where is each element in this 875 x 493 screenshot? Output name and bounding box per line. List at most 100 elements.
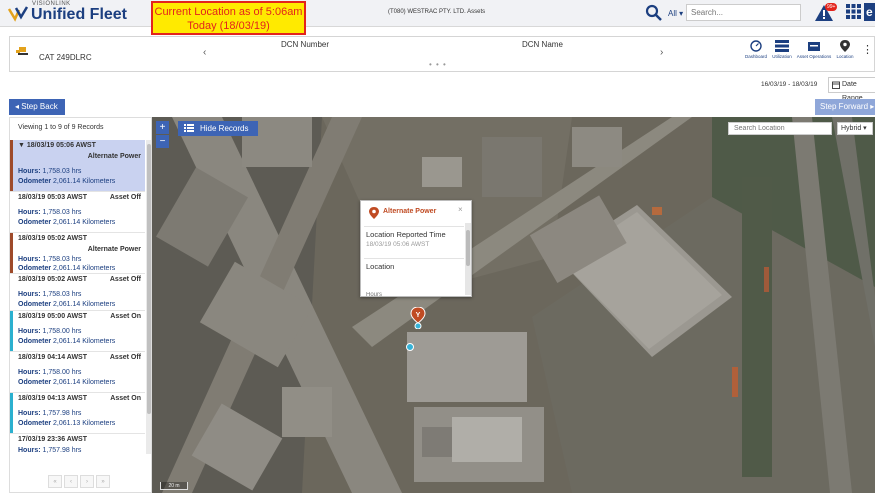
record-odometer: Odometer 2,061.14 Kilometers <box>18 379 115 386</box>
hours-label: Hours: <box>18 410 41 417</box>
popup-divider <box>364 226 464 227</box>
carousel-dots[interactable]: • • • <box>429 60 447 69</box>
map-type-select[interactable]: Hybrid ▾ <box>837 122 873 135</box>
search-icon[interactable] <box>645 4 663 22</box>
record-stripe <box>10 311 13 351</box>
odometer-label: Odometer <box>18 178 52 185</box>
step-forward-button[interactable]: Step Forward ▸ <box>815 99 875 115</box>
record-item[interactable]: ▼ 18/03/19 05:06 AWST Alternate Power Ho… <box>10 140 145 192</box>
step-back-label: Step Back <box>21 102 58 111</box>
hours-value: 1,758.03 hrs <box>42 291 82 298</box>
record-time: 18/03/19 05:02 AWST <box>18 276 88 283</box>
hours-label: Hours: <box>18 168 41 175</box>
search-input[interactable] <box>686 4 801 21</box>
record-stripe <box>10 393 13 433</box>
hours-label: Hours: <box>18 328 41 335</box>
records-panel: Viewing 1 to 9 of 9 Records ▼ 18/03/19 0… <box>9 117 152 493</box>
hours-label: Hours: <box>18 209 41 216</box>
record-item[interactable]: 18/03/19 05:00 AWST Asset On Hours: 1,75… <box>10 311 145 352</box>
hours-value: 1,758.00 hrs <box>42 328 82 335</box>
visionlink-logo-icon <box>7 6 29 22</box>
date-range-text: 16/03/19 - 18/03/19 <box>761 81 818 88</box>
close-icon[interactable]: × <box>458 205 463 214</box>
record-event: Asset On <box>110 395 141 402</box>
prev-page-button[interactable]: ‹ <box>64 475 78 488</box>
record-hours: Hours: 1,758.03 hrs <box>18 256 81 263</box>
map-type-value: Hybrid <box>841 125 862 132</box>
asset-operations-icon <box>808 42 820 51</box>
utilization-icon <box>775 40 789 52</box>
list-icon <box>184 124 194 132</box>
hours-value: 1,758.03 hrs <box>42 209 82 216</box>
record-item[interactable]: 18/03/19 05:02 AWST Alternate Power Hour… <box>10 233 145 274</box>
records-count: Viewing 1 to 9 of 9 Records <box>18 124 104 131</box>
search-location-input[interactable] <box>728 122 832 135</box>
profile-icon[interactable]: e <box>864 3 875 21</box>
step-forward-label: Step Forward <box>820 102 869 111</box>
step-back-button[interactable]: ◂ Step Back <box>9 99 65 115</box>
record-stripe <box>10 233 13 273</box>
top-bar: VISIONLINK Unified Fleet (T080) WESTRAC … <box>0 0 875 27</box>
dashboard-icon <box>750 40 762 52</box>
record-time: ▼ 18/03/19 05:06 AWST <box>18 142 96 149</box>
zoom-in-button[interactable]: + <box>156 121 169 134</box>
popup-scrollbar-thumb[interactable] <box>466 230 470 266</box>
record-hours: Hours: 1,758.03 hrs <box>18 209 81 216</box>
nav-utilization[interactable]: Utilization <box>764 40 800 59</box>
record-hours: Hours: 1,758.03 hrs <box>18 168 81 175</box>
odometer-label: Odometer <box>18 301 52 308</box>
record-event: Asset Off <box>109 194 141 201</box>
record-odometer: Odometer 2,061.14 Kilometers <box>18 265 115 272</box>
next-page-button[interactable]: › <box>80 475 94 488</box>
hours-label: Hours: <box>18 369 41 376</box>
pagination: « ‹ › » <box>48 475 128 490</box>
record-item[interactable]: 18/03/19 04:13 AWST Asset On Hours: 1,75… <box>10 393 145 434</box>
account-name[interactable]: (T080) WESTRAC PTY. LTD. Assets <box>388 9 485 15</box>
search-scope-select[interactable]: All ▾ <box>668 9 683 18</box>
hours-label: Hours: <box>18 447 41 454</box>
record-hours: Hours: 1,758.00 hrs <box>18 369 81 376</box>
annotation-banner: Current Location as of 5:06am Today (18/… <box>151 1 306 35</box>
chevron-right-icon[interactable]: › <box>660 47 663 58</box>
nav-location[interactable]: Location <box>827 40 863 59</box>
odometer-value: 2,061.14 Kilometers <box>53 219 116 226</box>
hours-value: 1,758.03 hrs <box>42 168 82 175</box>
map-view[interactable] <box>152 117 875 493</box>
odometer-value: 2,061.14 Kilometers <box>53 265 116 272</box>
hours-value: 1,758.03 hrs <box>42 256 82 263</box>
asset-name: CAT 249DLRC <box>39 53 92 62</box>
record-item[interactable]: 18/03/19 05:03 AWST Asset Off Hours: 1,7… <box>10 192 145 233</box>
last-page-button[interactable]: » <box>96 475 110 488</box>
record-time-text: 18/03/19 05:06 AWST <box>26 142 96 149</box>
record-event: Alternate Power <box>87 153 141 160</box>
record-item[interactable]: 18/03/19 04:14 AWST Asset Off Hours: 1,7… <box>10 352 145 393</box>
calendar-icon <box>832 81 840 89</box>
record-item[interactable]: 17/03/19 23:36 AWST Hours: 1,757.98 hrs <box>10 434 145 455</box>
previous-location-marker[interactable] <box>406 343 414 351</box>
more-options-icon[interactable]: ⋮ <box>862 43 873 56</box>
banner-line-2: Today (18/03/19) <box>187 20 270 32</box>
first-page-button[interactable]: « <box>48 475 62 488</box>
satellite-imagery <box>152 117 875 493</box>
record-item[interactable]: 18/03/19 05:02 AWST Asset Off Hours: 1,7… <box>10 274 145 311</box>
location-popup: Alternate Power × Location Reported Time… <box>360 200 472 297</box>
odometer-label: Odometer <box>18 265 52 272</box>
app-grid-icon[interactable] <box>846 4 861 19</box>
hours-value: 1,757.98 hrs <box>42 447 82 454</box>
asset-location-marker-icon[interactable]: Y <box>410 307 426 329</box>
record-time: 18/03/19 04:14 AWST <box>18 354 88 361</box>
record-odometer: Odometer 2,061.13 Kilometers <box>18 420 115 427</box>
zoom-out-button[interactable]: − <box>156 135 169 148</box>
popup-location-label: Location <box>366 262 395 271</box>
records-scrollbar-thumb[interactable] <box>147 144 151 414</box>
asset-loader-icon <box>16 47 28 55</box>
alert-count-badge: 99+ <box>825 3 838 11</box>
nav-utilization-label: Utilization <box>772 54 792 59</box>
app-title[interactable]: Unified Fleet <box>31 6 127 24</box>
hours-label: Hours: <box>18 256 41 263</box>
odometer-value: 2,061.14 Kilometers <box>53 338 116 345</box>
popup-hours-label: Hours <box>366 292 383 297</box>
odometer-value: 2,061.13 Kilometers <box>53 420 116 427</box>
chevron-left-icon[interactable]: ‹ <box>203 47 206 58</box>
date-range-button[interactable]: Date Range <box>828 77 875 102</box>
